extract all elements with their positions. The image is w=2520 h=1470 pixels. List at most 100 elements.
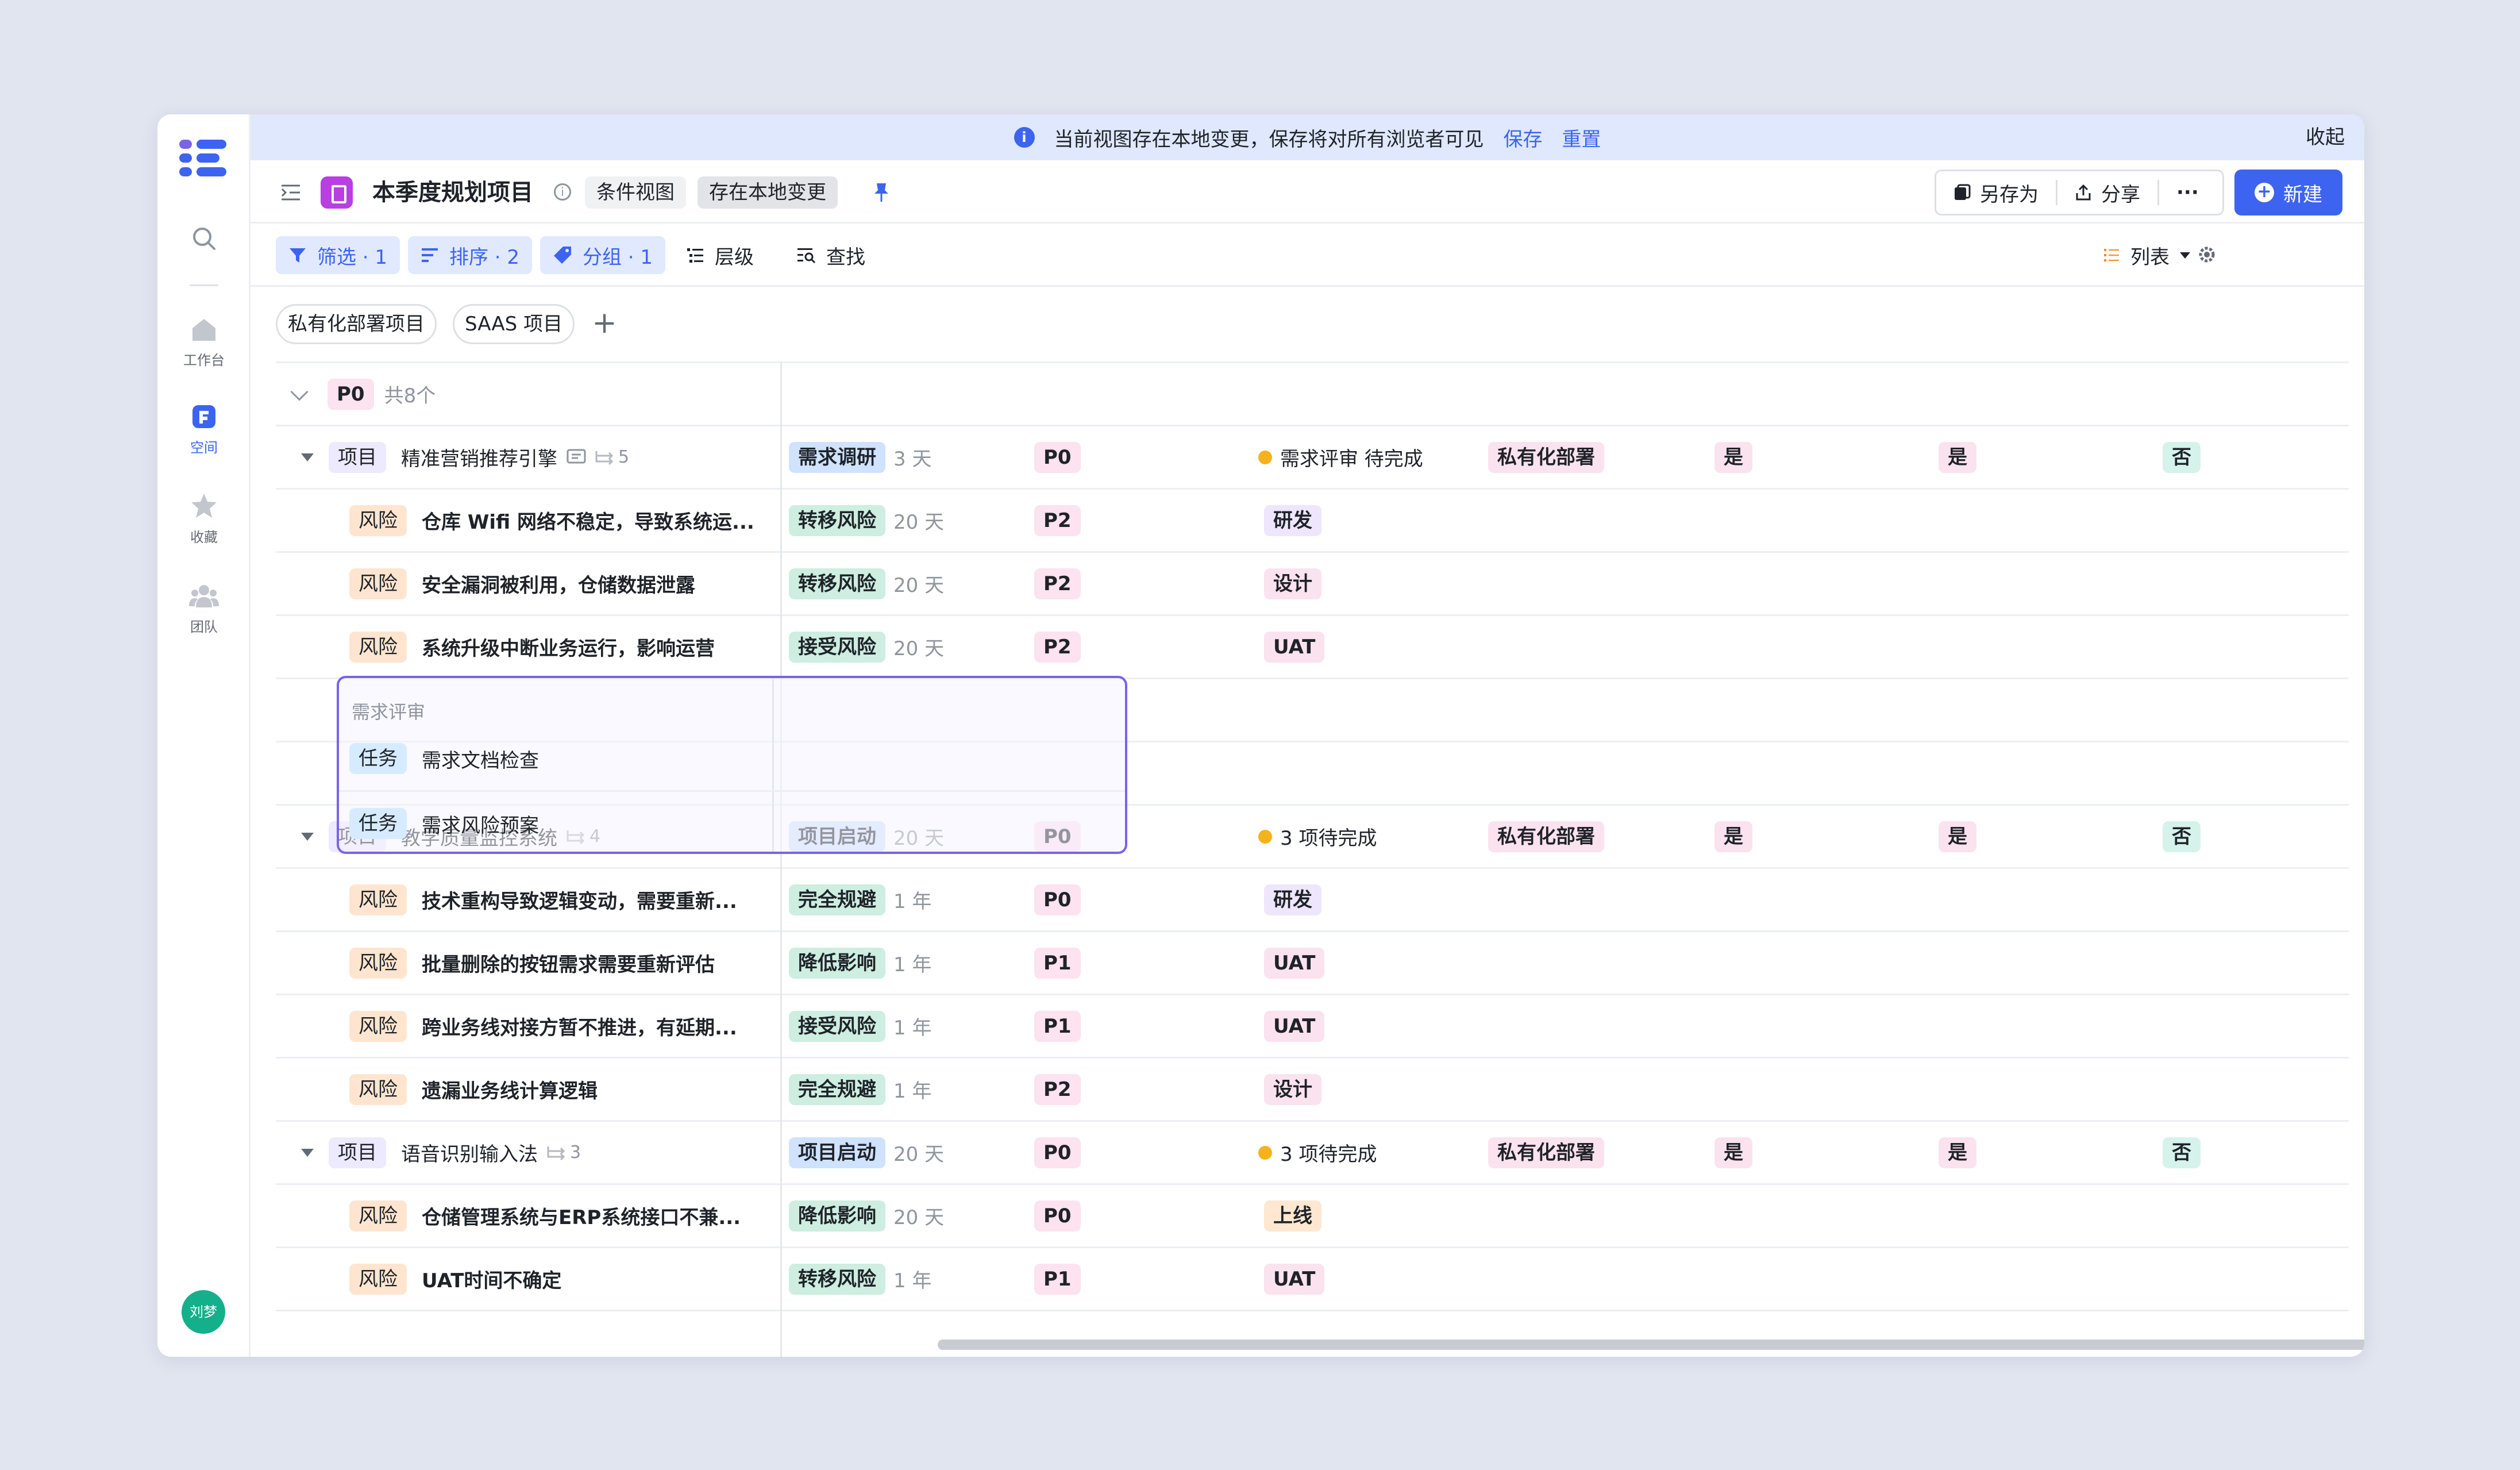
risk-row[interactable]: 风险 批量删除的按钮需求需要重新评估 降低影响 1 年 P1 UAT	[276, 932, 2349, 995]
group-header[interactable]: P0 共8个	[276, 363, 2349, 426]
comment-icon[interactable]	[567, 449, 586, 466]
risk-row[interactable]: 风险 跨业务线对接方暂不推进，有延期... 接受风险 1 年 P1 UAT	[276, 995, 2349, 1059]
phase-tag[interactable]: 设计	[1264, 1073, 1321, 1105]
hierarchy-button[interactable]: 层级	[679, 236, 761, 274]
project-row[interactable]: 项目 精准营销推荐引擎 5 需求调研 3 天 P0 需求评审 待完成 私有化部署 是 是 否	[276, 426, 2349, 490]
deploy-tag[interactable]: 私有化部署	[1488, 821, 1604, 852]
status-text: 3 项待完成	[1280, 827, 1377, 850]
priority-tag[interactable]: P2	[1034, 1073, 1081, 1105]
local-change-chip[interactable]: 存在本地变更	[698, 176, 838, 209]
sidebar-toggle-icon[interactable]	[280, 183, 301, 202]
stage-tag[interactable]: 需求调研	[789, 441, 885, 473]
risk-row[interactable]: 风险 仓库 Wifi 网络不稳定，导致系统运... 转移风险 20 天 P2 研发	[276, 490, 2349, 553]
phase-tag[interactable]: 研发	[1264, 884, 1321, 915]
yes-tag[interactable]: 是	[1714, 441, 1752, 473]
rail-item-favorites[interactable]: 收藏	[157, 492, 251, 546]
status-dot	[1258, 450, 1272, 464]
risk-row[interactable]: 风险 安全漏洞被利用，仓储数据泄露 转移风险 20 天 P2 设计	[276, 553, 2349, 616]
deploy-tag[interactable]: 私有化部署	[1488, 441, 1604, 473]
banner-collapse-link[interactable]: 收起	[2306, 114, 2345, 160]
phase-tag[interactable]: 研发	[1264, 505, 1321, 536]
stage-tag[interactable]: 降低影响	[789, 947, 885, 979]
save-as-button[interactable]: 另存为	[1936, 171, 2056, 214]
duration: 1 年	[893, 890, 932, 913]
stage-tag[interactable]: 项目启动	[789, 1137, 885, 1168]
view-mode-dropdown[interactable]: 列表	[2096, 236, 2197, 274]
phase-tag[interactable]: UAT	[1264, 1010, 1325, 1042]
banner-save-link[interactable]: 保存	[1504, 124, 1543, 152]
stage-tag[interactable]: 接受风险	[789, 631, 885, 663]
filter-button[interactable]: 筛选 · 1	[276, 236, 400, 274]
more-button[interactable]: ···	[2159, 171, 2216, 214]
yes-tag[interactable]: 是	[1714, 1137, 1752, 1168]
risk-row[interactable]: 风险 技术重构导致逻辑变动，需要重新... 完全规避 1 年 P0 研发	[276, 869, 2349, 932]
yes-tag[interactable]: 是	[1939, 1137, 1976, 1168]
stage-tag[interactable]: 完全规避	[789, 884, 885, 915]
no-tag[interactable]: 否	[2163, 821, 2201, 852]
no-tag[interactable]: 否	[2163, 1137, 2201, 1168]
quick-filter-private[interactable]: 私有化部署项目	[276, 304, 437, 344]
stage-tag[interactable]: 转移风险	[789, 568, 885, 599]
stage-tag[interactable]: 转移风险	[789, 1263, 885, 1295]
risk-row[interactable]: 风险 UAT时间不确定 转移风险 1 年 P1 UAT	[276, 1248, 2349, 1311]
expand-caret-icon[interactable]	[301, 832, 314, 841]
app-logo[interactable]	[179, 137, 229, 179]
yes-tag[interactable]: 是	[1939, 821, 1976, 852]
priority-tag[interactable]: P2	[1034, 568, 1081, 599]
rail-item-workbench[interactable]: 工作台	[157, 317, 251, 369]
stage-tag[interactable]: 转移风险	[789, 505, 885, 536]
deploy-tag[interactable]: 私有化部署	[1488, 1137, 1604, 1168]
expand-caret-icon[interactable]	[301, 1148, 314, 1157]
risk-row[interactable]: 风险 遗漏业务线计算逻辑 完全规避 1 年 P2 设计	[276, 1059, 2349, 1122]
review-task-row[interactable]: 任务 需求风险预案	[349, 792, 539, 855]
yes-tag[interactable]: 是	[1939, 441, 1976, 473]
subtask-count[interactable]: 3	[546, 1142, 581, 1163]
priority-tag[interactable]: P1	[1034, 1263, 1081, 1295]
yes-tag[interactable]: 是	[1714, 821, 1752, 852]
add-quick-filter-button[interactable]: +	[587, 304, 622, 344]
quick-filter-bar: 私有化部署项目 SAAS 项目 +	[251, 287, 2364, 361]
share-button[interactable]: 分享	[2057, 171, 2157, 214]
phase-tag[interactable]: UAT	[1264, 947, 1325, 979]
review-subgroup[interactable]: 需求评审 任务 需求文档检查 任务 需求风险预案	[337, 676, 1127, 854]
risk-row[interactable]: 风险 系统升级中断业务运行，影响运营 接受风险 20 天 P2 UAT	[276, 616, 2349, 679]
rail-search[interactable]	[157, 226, 251, 253]
quick-filter-saas[interactable]: SAAS 项目	[453, 304, 575, 344]
find-button[interactable]: 查找	[789, 236, 872, 274]
group-button[interactable]: 分组 · 1	[540, 236, 666, 274]
project-row[interactable]: 项目 语音识别输入法 3 项目启动 20 天 P0 3 项待完成 私有化部署 是 是 否	[276, 1122, 2349, 1185]
rail-item-space[interactable]: 空间	[157, 404, 251, 456]
task-name: 需求文档检查	[422, 749, 539, 772]
priority-tag[interactable]: P0	[1034, 1200, 1081, 1232]
chevron-down-icon[interactable]	[290, 382, 309, 401]
priority-tag[interactable]: P0	[1034, 884, 1081, 915]
priority-tag[interactable]: P0	[1034, 1137, 1081, 1168]
phase-tag[interactable]: UAT	[1264, 631, 1325, 663]
view-info-icon[interactable]: i	[554, 183, 571, 201]
expand-caret-icon[interactable]	[301, 453, 314, 461]
phase-tag[interactable]: 上线	[1264, 1200, 1321, 1232]
priority-tag[interactable]: P1	[1034, 1010, 1081, 1042]
priority-tag[interactable]: P2	[1034, 631, 1081, 663]
banner-reset-link[interactable]: 重置	[1562, 124, 1601, 152]
condition-view-chip[interactable]: 条件视图	[585, 176, 686, 209]
no-tag[interactable]: 否	[2163, 441, 2201, 473]
sort-button[interactable]: 排序 · 2	[408, 236, 533, 274]
stage-tag[interactable]: 完全规避	[789, 1073, 885, 1105]
pin-icon[interactable]	[870, 176, 893, 209]
phase-tag[interactable]: 设计	[1264, 568, 1321, 599]
subtask-count[interactable]: 5	[594, 447, 629, 467]
new-button[interactable]: + 新建	[2234, 170, 2342, 216]
horizontal-scrollbar[interactable]	[938, 1340, 2364, 1350]
priority-tag[interactable]: P0	[1034, 441, 1081, 473]
phase-tag[interactable]: UAT	[1264, 1263, 1325, 1295]
stage-tag[interactable]: 降低影响	[789, 1200, 885, 1232]
risk-row[interactable]: 风险 仓储管理系统与ERP系统接口不兼... 降低影响 20 天 P0 上线	[276, 1185, 2349, 1248]
priority-tag[interactable]: P1	[1034, 947, 1081, 979]
review-task-row[interactable]: 任务 需求文档检查	[349, 727, 539, 790]
rail-item-team[interactable]: 团队	[157, 583, 251, 636]
gear-icon[interactable]	[2195, 243, 2218, 266]
priority-tag[interactable]: P2	[1034, 505, 1081, 536]
avatar[interactable]: 刘梦	[182, 1290, 225, 1334]
stage-tag[interactable]: 接受风险	[789, 1010, 885, 1042]
